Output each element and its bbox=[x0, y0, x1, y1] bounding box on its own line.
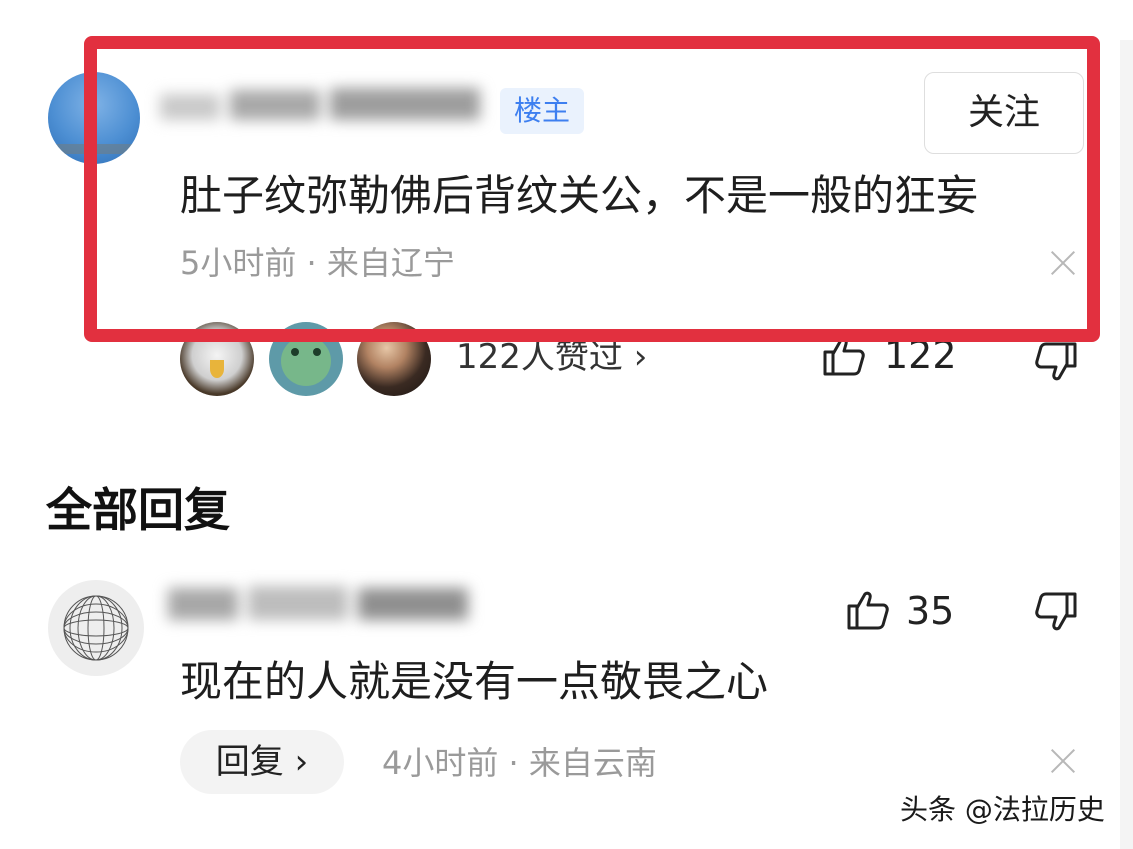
reply-button-label: 回复 › bbox=[215, 742, 309, 782]
meta-dot: · bbox=[508, 744, 529, 782]
reply-location: 来自云南 bbox=[528, 744, 657, 782]
replies-title: 全部回复 bbox=[46, 483, 230, 537]
reply-thumbs-down-icon[interactable] bbox=[1034, 590, 1078, 634]
thumbs-down-icon[interactable] bbox=[1034, 340, 1078, 384]
reply-thumbs-up-icon[interactable] bbox=[846, 588, 890, 632]
reply-like-count: 35 bbox=[906, 589, 955, 633]
reply-button[interactable]: 回复 › bbox=[180, 730, 344, 794]
reply-avatar[interactable] bbox=[48, 580, 144, 676]
reply-meta: 4小时前 · 来自云南 bbox=[382, 740, 657, 786]
reply-username-blurred[interactable] bbox=[168, 582, 468, 626]
watermark: 头条 @法拉历史 bbox=[900, 793, 1105, 826]
reply-time: 4小时前 bbox=[382, 744, 499, 782]
reply-close-icon[interactable] bbox=[1050, 748, 1076, 774]
scrollbar-track bbox=[1120, 40, 1133, 849]
reply-text: 现在的人就是没有一点敬畏之心 bbox=[180, 657, 769, 706]
highlight-box bbox=[84, 36, 1100, 342]
